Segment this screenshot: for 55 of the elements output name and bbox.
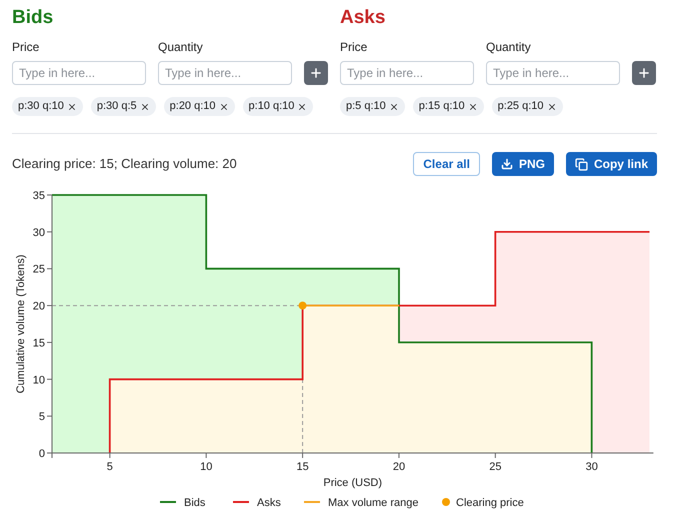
section-title: Bids bbox=[12, 6, 54, 30]
close-icon[interactable] bbox=[468, 102, 478, 112]
section-title: Asks bbox=[340, 6, 386, 30]
input-field[interactable]: Type in here... bbox=[12, 61, 146, 85]
tick-label: 30 bbox=[32, 226, 45, 239]
close-icon[interactable] bbox=[546, 102, 557, 112]
action-button[interactable]: Clear all bbox=[413, 152, 480, 176]
tick-label: 0 bbox=[38, 448, 45, 460]
axis-title: Cumulative volume (Tokens) bbox=[15, 254, 27, 394]
copy-icon bbox=[574, 158, 588, 170]
tick-label: 30 bbox=[586, 461, 598, 473]
tick-label: 20 bbox=[392, 461, 406, 473]
tick-label: 15 bbox=[296, 461, 309, 473]
tick-label: 10 bbox=[32, 374, 45, 386]
filter-chip[interactable]: p:10 q:10 bbox=[242, 97, 314, 116]
tick-label: 5 bbox=[38, 411, 45, 424]
filter-chip[interactable]: p:20 q:10 bbox=[164, 97, 235, 116]
close-icon[interactable] bbox=[218, 102, 229, 112]
tick-label: 25 bbox=[489, 461, 502, 473]
field-label: Price bbox=[12, 39, 40, 56]
tick-label: 15 bbox=[32, 337, 45, 350]
tick-label: 25 bbox=[32, 264, 45, 276]
data-point bbox=[298, 302, 307, 310]
legend-label: Asks bbox=[257, 497, 281, 509]
close-icon[interactable] bbox=[140, 102, 150, 112]
tick-label: 5 bbox=[106, 461, 113, 473]
filter-chip[interactable]: p:25 q:10 bbox=[492, 97, 563, 116]
legend-label: Clearing price bbox=[456, 497, 524, 509]
close-icon[interactable] bbox=[297, 102, 308, 112]
plus-icon bbox=[637, 66, 651, 80]
field-label: Quantity bbox=[158, 39, 203, 56]
field-label: Price bbox=[340, 39, 368, 56]
filter-chip[interactable]: p:30 q:10 bbox=[12, 97, 83, 116]
close-icon[interactable] bbox=[388, 102, 399, 112]
legend-label: Max volume range bbox=[328, 497, 418, 509]
plus-icon bbox=[309, 66, 323, 80]
tick-label: 35 bbox=[32, 190, 45, 202]
filter-chip[interactable]: p:5 q:10 bbox=[340, 97, 405, 116]
filter-chip[interactable]: p:15 q:10 bbox=[412, 97, 484, 116]
action-button[interactable]: PNG bbox=[492, 152, 554, 176]
download-icon bbox=[500, 158, 513, 170]
tick-label: 10 bbox=[200, 461, 212, 473]
axis-title: Price (USD) bbox=[323, 477, 382, 489]
add-button[interactable] bbox=[632, 61, 656, 85]
filter-chip[interactable]: p:30 q:5 bbox=[90, 97, 156, 116]
add-button[interactable] bbox=[304, 61, 328, 85]
tick-label: 20 bbox=[32, 300, 45, 313]
clearing-summary: Clearing price: 15; Clearing volume: 20 bbox=[12, 155, 237, 174]
input-field[interactable]: Type in here... bbox=[158, 61, 292, 85]
action-button[interactable]: Copy link bbox=[566, 152, 657, 176]
input-field[interactable]: Type in here... bbox=[340, 61, 474, 85]
legend-label: Bids bbox=[184, 497, 206, 509]
input-field[interactable]: Type in here... bbox=[486, 61, 620, 85]
field-label: Quantity bbox=[486, 39, 531, 56]
close-icon[interactable] bbox=[66, 102, 77, 112]
